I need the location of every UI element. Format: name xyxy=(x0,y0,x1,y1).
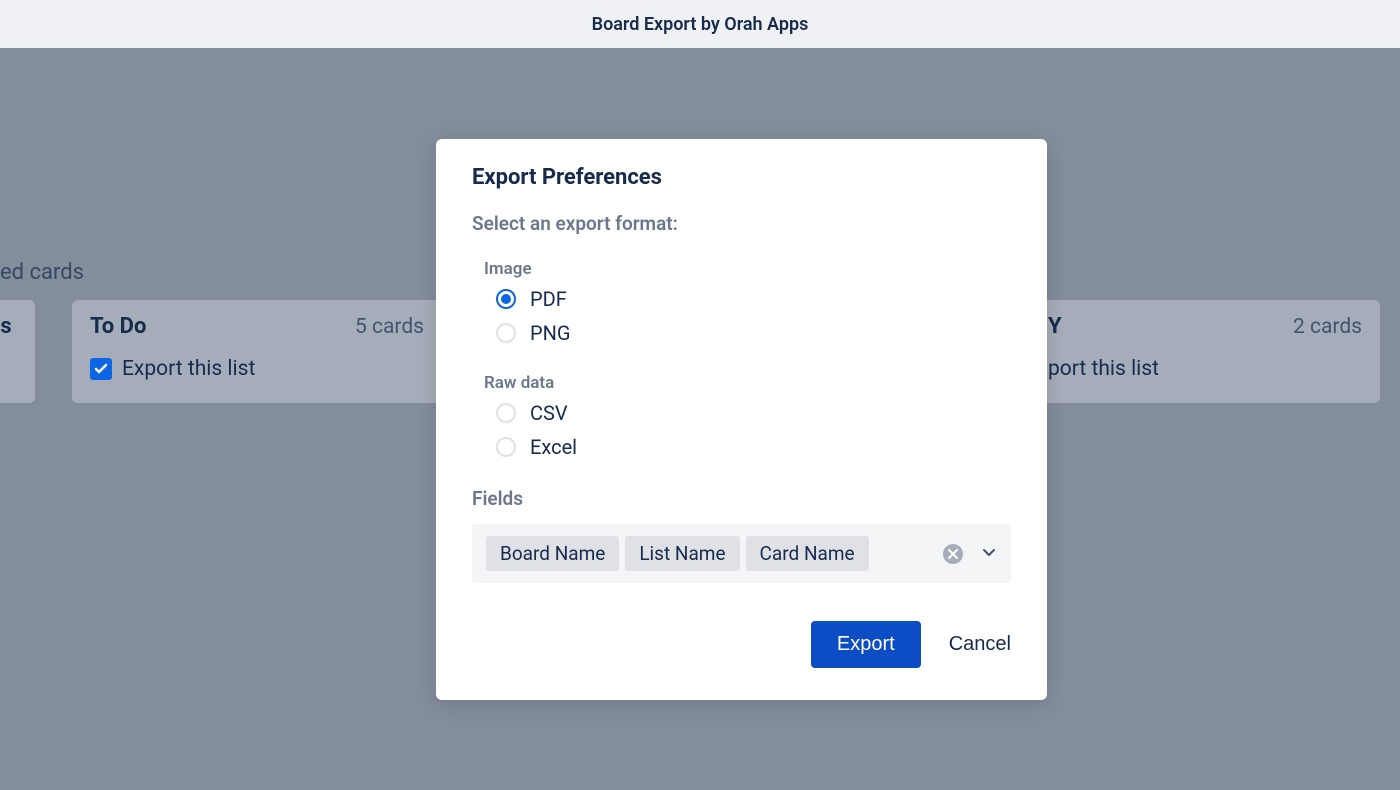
chevron-down-icon[interactable] xyxy=(981,544,997,564)
format-group-image: Image PDF PNG xyxy=(472,259,1011,345)
modal-footer: Export Cancel xyxy=(472,621,1011,668)
background-text: ed cards xyxy=(0,260,84,285)
list-count: 5 cards xyxy=(355,315,424,339)
list-panel: ds xyxy=(0,300,35,403)
export-list-checkbox-row[interactable]: Export this list xyxy=(90,357,424,381)
clear-all-icon[interactable] xyxy=(943,544,963,564)
modal-title: Export Preferences xyxy=(472,165,1011,190)
list-title: To Do xyxy=(90,314,146,339)
modal-subtitle: Select an export format: xyxy=(472,212,1011,235)
fields-label: Fields xyxy=(472,487,1011,510)
list-panel-todo: To Do 5 cards Export this list xyxy=(72,300,442,403)
cancel-button[interactable]: Cancel xyxy=(949,633,1011,656)
list-header: Y 2 cards xyxy=(1048,314,1362,339)
app-header: Board Export by Orah Apps xyxy=(0,0,1400,48)
field-chip[interactable]: Board Name xyxy=(486,536,619,571)
format-group-rawdata: Raw data CSV Excel xyxy=(472,373,1011,459)
checkbox-label: Export this list xyxy=(122,357,255,381)
export-list-checkbox-row[interactable]: port this list xyxy=(1048,357,1362,381)
radio-unselected-icon xyxy=(496,437,516,457)
export-preferences-modal: Export Preferences Select an export form… xyxy=(436,139,1047,700)
radio-label: PNG xyxy=(530,321,571,345)
list-title-fragment: ds xyxy=(0,314,12,339)
group-label-image: Image xyxy=(484,259,1011,279)
list-title-fragment: Y xyxy=(1048,314,1062,339)
radio-label: PDF xyxy=(530,287,567,311)
radio-label: CSV xyxy=(530,401,568,425)
radio-selected-icon xyxy=(496,289,516,309)
checkbox-label: port this list xyxy=(1048,357,1159,381)
group-label-rawdata: Raw data xyxy=(484,373,1011,393)
list-header: To Do 5 cards xyxy=(90,314,424,339)
radio-unselected-icon xyxy=(496,403,516,423)
fields-controls xyxy=(943,544,997,564)
app-title: Board Export by Orah Apps xyxy=(592,14,809,35)
checkbox-checked-icon xyxy=(90,358,112,380)
radio-option-png[interactable]: PNG xyxy=(496,321,1011,345)
radio-option-excel[interactable]: Excel xyxy=(496,435,1011,459)
radio-unselected-icon xyxy=(496,323,516,343)
list-panel-right: Y 2 cards port this list xyxy=(1030,300,1380,403)
field-chip[interactable]: List Name xyxy=(625,536,739,571)
field-chip[interactable]: Card Name xyxy=(746,536,869,571)
list-count: 2 cards xyxy=(1293,315,1362,339)
export-button[interactable]: Export xyxy=(811,621,921,668)
fields-multiselect[interactable]: Board Name List Name Card Name xyxy=(472,524,1011,583)
radio-option-pdf[interactable]: PDF xyxy=(496,287,1011,311)
radio-label: Excel xyxy=(530,435,577,459)
radio-option-csv[interactable]: CSV xyxy=(496,401,1011,425)
